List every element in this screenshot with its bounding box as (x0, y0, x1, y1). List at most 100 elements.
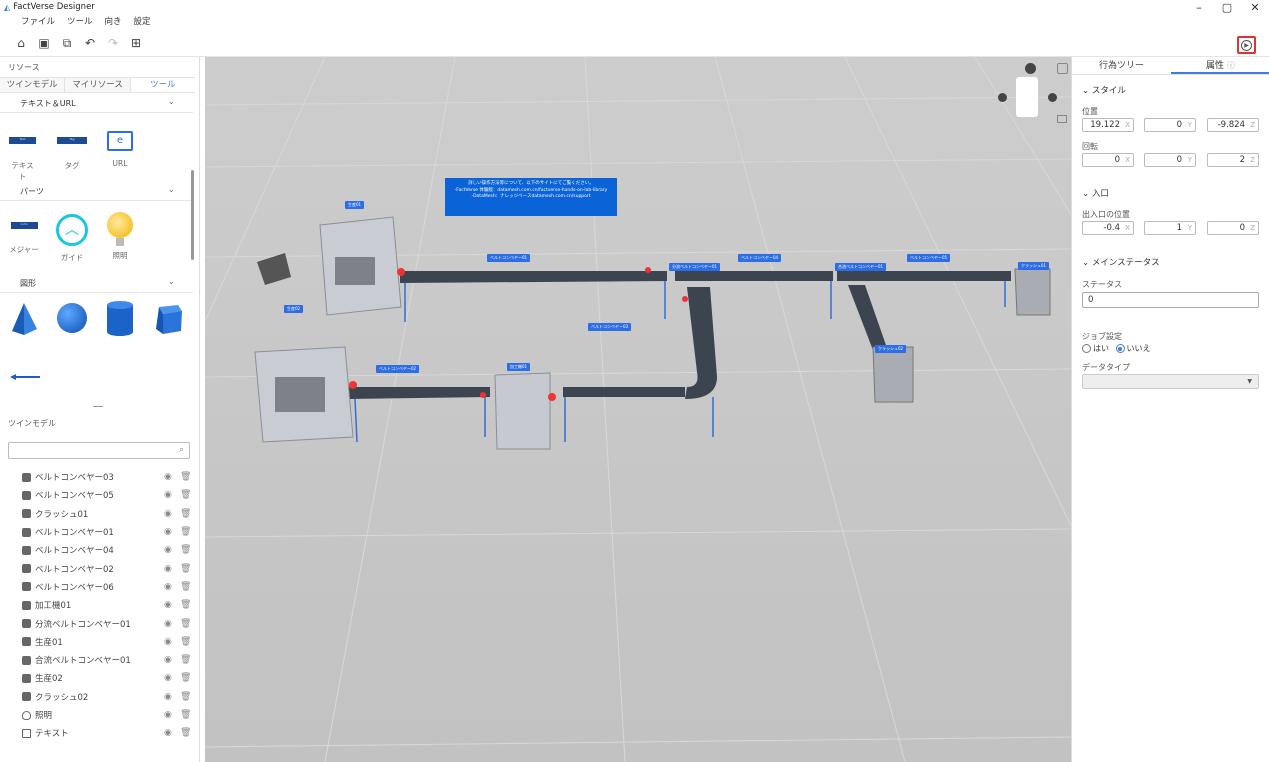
scene-label[interactable]: 加工機01 (507, 363, 531, 371)
eye-icon[interactable]: ◉ (164, 673, 172, 683)
trash-icon[interactable]: 🗑 (180, 673, 191, 683)
restore-button[interactable]: ▢ (1213, 0, 1241, 15)
position-z-field[interactable]: -9.824 Z (1207, 118, 1259, 132)
trash-icon[interactable]: 🗑 (180, 619, 191, 629)
entry-x-field[interactable]: -0.4 X (1082, 221, 1134, 235)
section-shapes[interactable]: 図形 ⌄ (0, 277, 190, 291)
scene-viewport[interactable]: 詳しい操作方法等について、以下のサイトにてご覧ください。 -FactVerse … (205, 57, 1071, 762)
scene-icon[interactable]: ⊞ (129, 36, 143, 50)
save-as-icon[interactable]: ⧉ (60, 36, 74, 50)
eye-icon[interactable]: ◉ (164, 490, 172, 500)
eye-icon[interactable]: ◉ (164, 600, 172, 610)
tab-twin-model[interactable]: ツインモデル (0, 78, 66, 92)
radio-no[interactable] (1115, 344, 1125, 353)
tool-text[interactable]: Text テキスト (9, 137, 36, 182)
trash-icon[interactable]: 🗑 (180, 472, 191, 482)
minimize-button[interactable]: – (1185, 0, 1213, 15)
tool-light[interactable]: 照明 (105, 212, 135, 261)
section-style[interactable]: ⌄ スタイル (1082, 84, 1126, 96)
eye-icon[interactable]: ◉ (164, 655, 172, 665)
trash-icon[interactable]: 🗑 (180, 527, 191, 537)
eye-icon[interactable]: ◉ (164, 472, 172, 482)
trash-icon[interactable]: 🗑 (180, 582, 191, 592)
trash-icon[interactable]: 🗑 (180, 545, 191, 555)
tab-my-resources[interactable]: マイリソース (65, 78, 131, 92)
datatype-select[interactable]: ▼ (1082, 374, 1259, 389)
tree-item[interactable]: ベルトコンベヤー03 ◉ 🗑 (0, 468, 195, 486)
home-icon[interactable]: ⌂ (14, 36, 28, 50)
menu-file[interactable]: ファイル (21, 15, 55, 30)
tree-item[interactable]: テキスト ◉ 🗑 (0, 724, 195, 742)
rotate-left-button[interactable] (998, 93, 1007, 102)
eye-icon[interactable]: ◉ (164, 692, 172, 702)
tree-item[interactable]: ベルトコンベヤー01 ◉ 🗑 (0, 523, 195, 541)
eye-icon[interactable]: ◉ (164, 527, 172, 537)
trash-icon[interactable]: 🗑 (180, 728, 191, 738)
scene-label[interactable]: ベルトコンベヤー04 (738, 254, 782, 262)
tools-scrollbar[interactable] (191, 170, 194, 260)
pyramid-icon[interactable] (10, 301, 38, 335)
play-button[interactable]: ▶ (1237, 36, 1256, 54)
cube-icon[interactable] (154, 303, 182, 334)
tool-tag[interactable]: Tag タグ (57, 137, 87, 171)
save-icon[interactable]: ▣ (37, 36, 51, 50)
scene-label[interactable]: 分流ベルトコンベヤー01 (669, 263, 721, 271)
eye-icon[interactable]: ◉ (164, 710, 172, 720)
view-toggle-icon[interactable] (1057, 63, 1068, 74)
scene-label[interactable]: ベルトコンベヤー05 (907, 254, 951, 262)
trash-icon[interactable]: 🗑 (180, 600, 191, 610)
tree-item[interactable]: 分流ベルトコンベヤー01 ◉ 🗑 (0, 614, 195, 632)
entry-y-field[interactable]: 1Y (1144, 221, 1196, 235)
position-x-field[interactable]: 19.122 X (1082, 118, 1134, 132)
rotation-y-field[interactable]: 0Y (1144, 153, 1196, 167)
panel-resize-handle[interactable] (93, 406, 103, 407)
menu-orientation[interactable]: 向き (105, 15, 122, 30)
trash-icon[interactable]: 🗑 (180, 509, 191, 519)
trash-icon[interactable]: 🗑 (180, 490, 191, 500)
radio-yes[interactable] (1082, 344, 1091, 353)
eye-icon[interactable]: ◉ (164, 582, 172, 592)
tool-url[interactable]: e URL (106, 131, 134, 168)
eye-icon[interactable]: ◉ (164, 619, 172, 629)
tab-tools[interactable]: ツール (130, 78, 195, 92)
grid-icon[interactable] (1057, 115, 1067, 123)
scene-label[interactable]: クラッシュ02 (875, 345, 907, 353)
tree-item[interactable]: ベルトコンベヤー06 ◉ 🗑 (0, 578, 195, 596)
search-input[interactable]: ⌕ (8, 442, 190, 459)
trash-icon[interactable]: 🗑 (180, 655, 191, 665)
scene-label[interactable]: 合流ベルトコンベヤー01 (835, 263, 887, 271)
undo-icon[interactable]: ↶ (83, 36, 97, 50)
tree-item[interactable]: 生産02 ◉ 🗑 (0, 669, 195, 687)
menu-tools[interactable]: ツール (67, 15, 93, 30)
tree-item[interactable]: 生産01 ◉ 🗑 (0, 633, 195, 651)
trash-icon[interactable]: 🗑 (180, 692, 191, 702)
tab-behavior-tree[interactable]: 行為ツリー (1072, 57, 1171, 74)
cylinder-icon[interactable] (107, 301, 133, 336)
tab-attributes[interactable]: 属性 ⓘ (1171, 57, 1269, 74)
scene-label[interactable]: ベルトコンベヤー02 (376, 365, 420, 373)
tree-item[interactable]: ベルトコンベヤー02 ◉ 🗑 (0, 559, 195, 577)
rotate-right-button[interactable] (1048, 93, 1057, 102)
status-input[interactable]: 0 (1082, 292, 1259, 308)
tool-guide[interactable]: ︿ ガイド (56, 214, 88, 263)
tree-item[interactable]: ベルトコンベヤー04 ◉ 🗑 (0, 541, 195, 559)
scene-label[interactable]: 生産01 (345, 201, 365, 209)
tree-item[interactable]: 加工機01 ◉ 🗑 (0, 596, 195, 614)
position-y-field[interactable]: 0Y (1144, 118, 1196, 132)
orientation-cube-icon[interactable] (1016, 77, 1038, 117)
rotation-z-field[interactable]: 2Z (1207, 153, 1259, 167)
eye-icon[interactable]: ◉ (164, 637, 172, 647)
arrow-icon[interactable] (10, 373, 40, 380)
menu-settings[interactable]: 設定 (134, 15, 151, 30)
scene-label[interactable]: ベルトコンベヤー03 (588, 323, 632, 331)
scene-label[interactable]: 生産02 (284, 305, 304, 313)
tree-item[interactable]: クラッシュ01 ◉ 🗑 (0, 505, 195, 523)
section-text-url[interactable]: テキスト＆URL ⌄ (0, 97, 190, 111)
trash-icon[interactable]: 🗑 (180, 710, 191, 720)
tree-item[interactable]: 照明 ◉ 🗑 (0, 706, 195, 724)
eye-icon[interactable]: ◉ (164, 509, 172, 519)
close-button[interactable]: ✕ (1241, 0, 1269, 15)
rotation-x-field[interactable]: 0X (1082, 153, 1134, 167)
section-main-status[interactable]: ⌄ メインステータス (1082, 256, 1160, 268)
trash-icon[interactable]: 🗑 (180, 637, 191, 647)
